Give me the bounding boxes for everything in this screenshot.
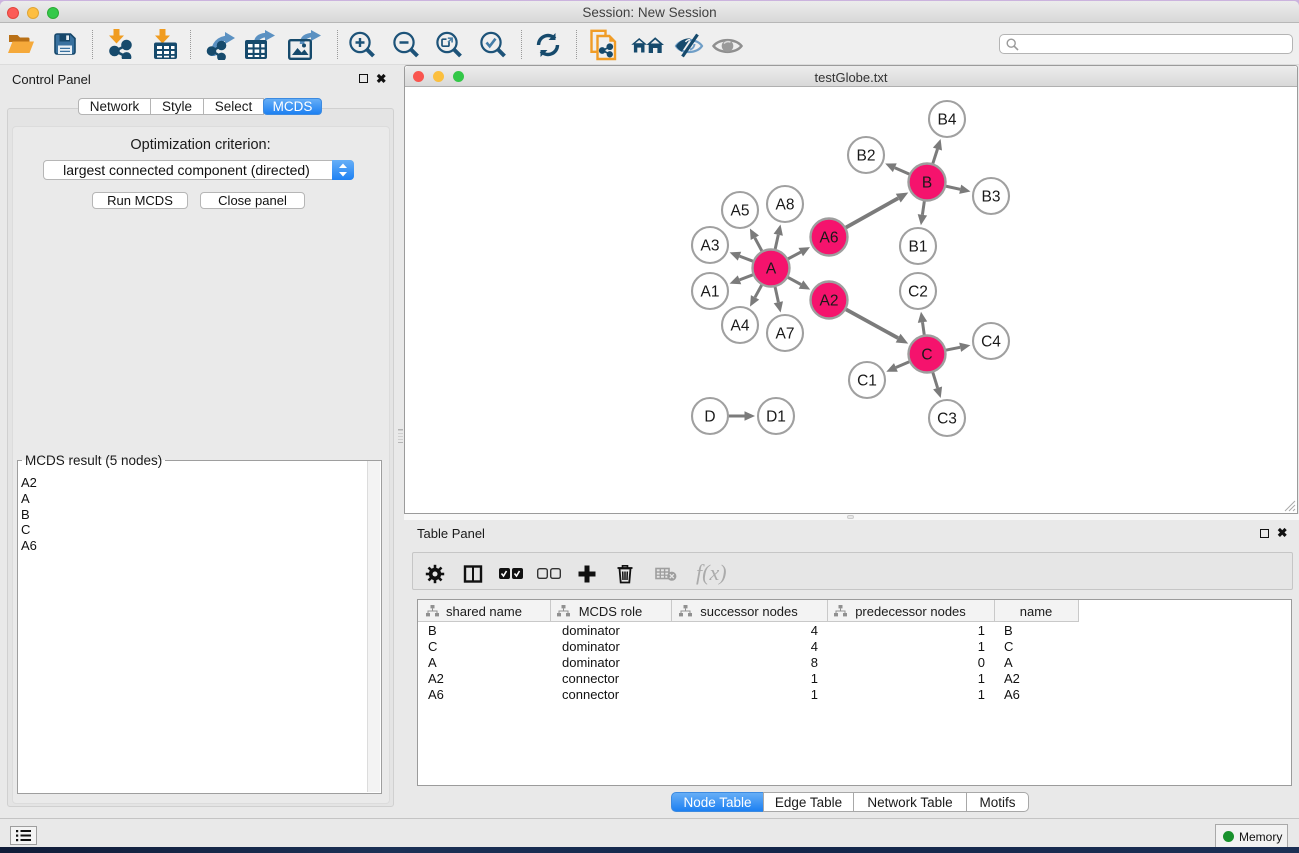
svg-text:A8: A8 — [776, 196, 795, 213]
svg-text:C4: C4 — [981, 333, 1001, 350]
svg-text:A6: A6 — [820, 229, 839, 246]
svg-text:B1: B1 — [909, 238, 928, 255]
svg-text:C: C — [921, 346, 932, 363]
svg-text:C3: C3 — [937, 410, 957, 427]
svg-text:A1: A1 — [701, 283, 720, 300]
svg-text:A3: A3 — [701, 237, 720, 254]
svg-text:B2: B2 — [857, 147, 876, 164]
svg-text:A: A — [766, 260, 777, 277]
svg-text:B4: B4 — [938, 111, 957, 128]
svg-text:C2: C2 — [908, 283, 928, 300]
svg-text:B: B — [922, 174, 932, 191]
svg-text:A4: A4 — [731, 317, 750, 334]
svg-text:A2: A2 — [820, 292, 839, 309]
svg-text:C1: C1 — [857, 372, 877, 389]
svg-text:D1: D1 — [766, 408, 786, 425]
svg-text:B3: B3 — [982, 188, 1001, 205]
svg-text:A5: A5 — [731, 202, 750, 219]
svg-text:D: D — [704, 408, 715, 425]
svg-text:A7: A7 — [776, 325, 795, 342]
